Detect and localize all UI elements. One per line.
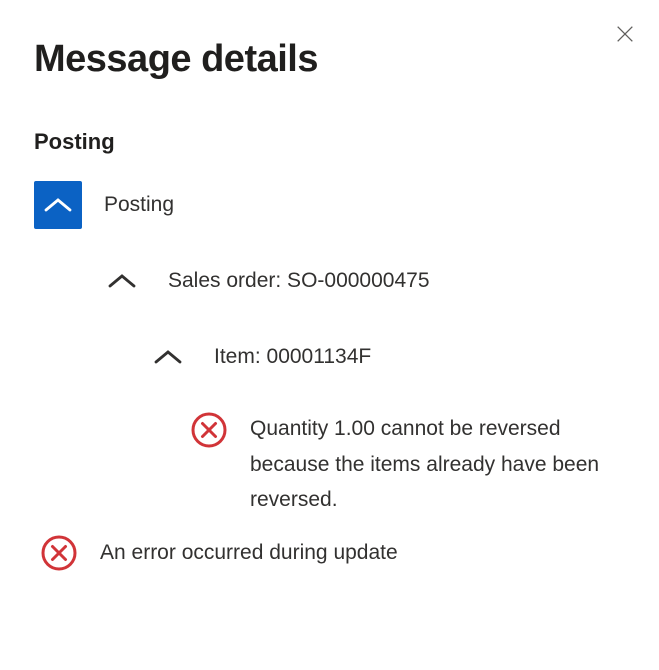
- tree-node-label: Item: 00001134F: [214, 342, 371, 371]
- error-icon: [190, 411, 228, 449]
- tree-node-label: Sales order: SO-000000475: [168, 266, 430, 295]
- collapse-toggle-level2[interactable]: [144, 333, 192, 381]
- tree-node-level2: Item: 00001134F: [144, 333, 625, 381]
- collapse-toggle-level1[interactable]: [98, 257, 146, 305]
- collapse-toggle-root[interactable]: [34, 181, 82, 229]
- chevron-up-icon: [44, 197, 72, 213]
- error-detail-text: Quantity 1.00 cannot be reversed because…: [250, 409, 625, 518]
- chevron-up-icon: [154, 349, 182, 365]
- tree-node-level1: Sales order: SO-000000475: [98, 257, 625, 305]
- page-title: Message details: [34, 38, 625, 81]
- error-detail-row: Quantity 1.00 cannot be reversed because…: [190, 409, 625, 518]
- error-summary-row: An error occurred during update: [40, 532, 625, 572]
- error-summary-text: An error occurred during update: [100, 532, 398, 567]
- section-heading: Posting: [34, 129, 625, 155]
- close-button[interactable]: [609, 18, 641, 50]
- error-icon: [40, 534, 78, 572]
- tree-node-root: Posting: [34, 181, 625, 229]
- tree-node-label: Posting: [104, 190, 174, 219]
- message-tree: Posting Sales order: SO-000000475 Item: …: [34, 181, 625, 572]
- chevron-up-icon: [108, 273, 136, 289]
- close-icon: [614, 23, 636, 45]
